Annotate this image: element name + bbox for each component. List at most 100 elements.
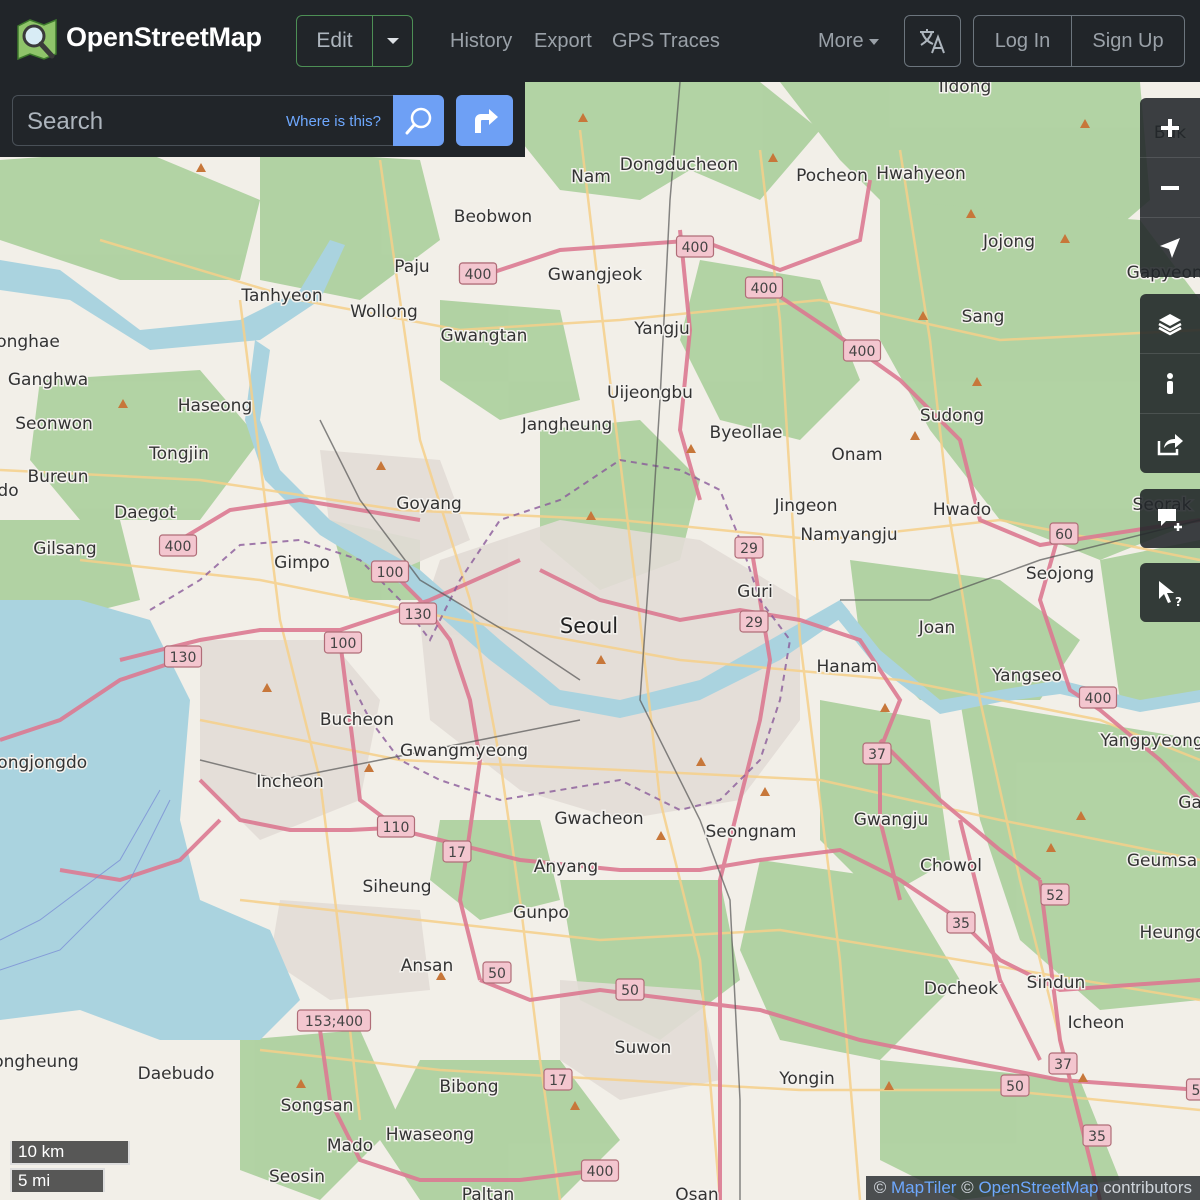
note-controls bbox=[1140, 489, 1200, 548]
place-label: Icheon bbox=[1068, 1013, 1125, 1033]
more-menu[interactable]: More bbox=[818, 30, 879, 53]
svg-text:17: 17 bbox=[448, 845, 466, 861]
layers-button[interactable] bbox=[1140, 294, 1200, 354]
place-label: Gwangtan bbox=[441, 326, 528, 346]
directions-button[interactable] bbox=[456, 95, 513, 146]
auth-button-group: Log In Sign Up bbox=[973, 15, 1185, 67]
svg-text:400: 400 bbox=[165, 539, 192, 555]
route-shield: 130 bbox=[163, 645, 203, 668]
svg-text:130: 130 bbox=[405, 607, 432, 623]
share-button[interactable] bbox=[1140, 414, 1200, 473]
top-navbar: OpenStreetMap Edit History Export GPS Tr… bbox=[0, 0, 1200, 82]
locate-icon bbox=[1160, 237, 1180, 258]
route-shield: 400 bbox=[675, 235, 715, 258]
route-shield: 17 bbox=[442, 840, 472, 863]
place-label: Ansan bbox=[401, 956, 453, 976]
map-canvas[interactable]: 400 400 400 400 400 400 60 29 29 100 130 100 130 400 3… bbox=[0, 0, 1200, 1200]
route-shield: 400 bbox=[1078, 686, 1118, 709]
svg-text:153;400: 153;400 bbox=[305, 1014, 363, 1030]
attribution-suffix: contributors bbox=[1098, 1178, 1192, 1197]
place-label: do bbox=[0, 481, 19, 501]
query-controls: ? bbox=[1140, 563, 1200, 622]
place-label: Daegot bbox=[114, 503, 176, 523]
place-label: Beobwon bbox=[454, 207, 532, 227]
place-label: Yangseo bbox=[991, 666, 1062, 686]
place-label: Incheon bbox=[256, 772, 324, 792]
route-shield: 5 bbox=[1185, 1078, 1200, 1101]
svg-text:110: 110 bbox=[383, 820, 410, 836]
query-features-button[interactable]: ? bbox=[1140, 563, 1200, 622]
place-label: Tongjin bbox=[148, 444, 209, 464]
query-icon: ? bbox=[1159, 580, 1182, 607]
osm-contributors-link[interactable]: OpenStreetMap bbox=[978, 1178, 1098, 1197]
place-label: Gimpo bbox=[274, 553, 330, 573]
search-submit-button[interactable] bbox=[393, 95, 444, 146]
edit-button[interactable]: Edit bbox=[297, 16, 373, 66]
route-shield: 52 bbox=[1040, 883, 1070, 906]
place-label: Yangpyeong bbox=[1099, 731, 1200, 751]
place-label: Gwacheon bbox=[554, 809, 643, 829]
place-label: eongjongdo bbox=[0, 753, 87, 773]
place-label: Yongin bbox=[778, 1069, 835, 1089]
osm-logo-icon[interactable] bbox=[14, 16, 60, 62]
language-button[interactable] bbox=[904, 15, 961, 67]
where-is-this-link[interactable]: Where is this? bbox=[286, 113, 381, 130]
svg-text:100: 100 bbox=[377, 565, 404, 581]
login-button[interactable]: Log In bbox=[974, 16, 1072, 66]
search-input[interactable]: Search Where is this? bbox=[12, 95, 396, 146]
zoom-out-button[interactable] bbox=[1140, 158, 1200, 218]
place-label: Jojong bbox=[982, 232, 1035, 252]
zoom-out-icon bbox=[1161, 185, 1179, 190]
svg-text:60: 60 bbox=[1055, 527, 1073, 543]
route-shield: 50 bbox=[482, 961, 512, 984]
caret-down-icon bbox=[868, 38, 879, 45]
place-label: Yangju bbox=[633, 319, 690, 339]
route-shield: 35 bbox=[1082, 1124, 1112, 1147]
svg-text:400: 400 bbox=[682, 240, 709, 256]
place-label: Seongnam bbox=[706, 822, 797, 842]
route-shield: 400 bbox=[744, 276, 784, 299]
layers-icon bbox=[1158, 313, 1182, 335]
map-key-button[interactable] bbox=[1140, 354, 1200, 414]
edit-button-group: Edit bbox=[296, 15, 413, 67]
nav-history[interactable]: History bbox=[450, 30, 512, 53]
caret-down-icon bbox=[386, 38, 399, 44]
translate-icon bbox=[919, 29, 945, 54]
route-shield: 110 bbox=[376, 815, 416, 838]
locate-button[interactable] bbox=[1140, 218, 1200, 277]
place-label: Byeollae bbox=[710, 423, 783, 443]
place-label: Seosin bbox=[269, 1167, 325, 1187]
nav-gps-traces[interactable]: GPS Traces bbox=[612, 30, 720, 53]
place-label: Onam bbox=[831, 445, 882, 465]
svg-text:50: 50 bbox=[1006, 1079, 1024, 1095]
edit-dropdown-toggle[interactable] bbox=[373, 16, 412, 66]
svg-text:37: 37 bbox=[1054, 1057, 1072, 1073]
zoom-in-button[interactable] bbox=[1140, 98, 1200, 158]
svg-text:29: 29 bbox=[745, 615, 763, 631]
route-shield: 130 bbox=[398, 602, 438, 625]
place-label: Gwangmyeong bbox=[400, 741, 528, 761]
place-label: Geumsa bbox=[1127, 851, 1197, 871]
maptiler-link[interactable]: MapTiler bbox=[891, 1178, 957, 1197]
info-icon bbox=[1167, 372, 1173, 394]
place-label: Daebudo bbox=[138, 1064, 215, 1084]
svg-text:400: 400 bbox=[465, 267, 492, 283]
magnifier-icon bbox=[405, 107, 431, 134]
scale-km: 10 km bbox=[10, 1141, 130, 1165]
attribution-mid: © bbox=[956, 1178, 979, 1197]
map-tools-controls bbox=[1140, 294, 1200, 473]
brand-title[interactable]: OpenStreetMap bbox=[66, 22, 262, 53]
search-panel: Search Where is this? bbox=[0, 82, 525, 157]
route-shield: 100 bbox=[323, 631, 363, 654]
place-label: Jingeon bbox=[774, 496, 838, 516]
svg-text:52: 52 bbox=[1046, 888, 1064, 904]
signup-button[interactable]: Sign Up bbox=[1072, 16, 1184, 66]
add-note-button[interactable] bbox=[1140, 489, 1200, 548]
nav-export[interactable]: Export bbox=[534, 30, 592, 53]
place-label: Seoul bbox=[560, 614, 618, 638]
place-label: Nam bbox=[571, 167, 611, 187]
place-label: Paltan bbox=[462, 1185, 515, 1200]
place-label: Ganghwa bbox=[8, 370, 88, 390]
svg-text:50: 50 bbox=[488, 966, 506, 982]
place-label: Gilsang bbox=[33, 539, 96, 559]
